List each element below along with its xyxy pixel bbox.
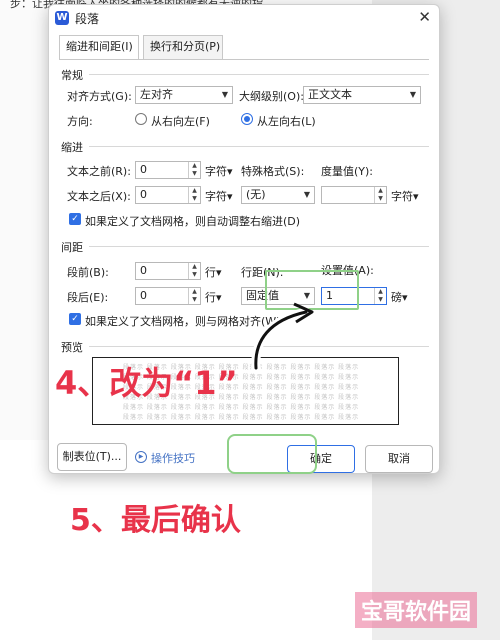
indent-before-value: 0 [140,163,147,176]
radio-right-to-left[interactable] [135,113,147,125]
measure-label: 度量值(Y): [321,165,374,178]
wps-app-icon: W [55,11,69,25]
auto-adjust-checkbox[interactable]: ✓ [69,213,81,225]
spinner-arrows-icon[interactable]: ▲ ▼ [188,187,200,203]
indent-after-unit[interactable]: 字符▾ [205,188,233,204]
preview-ghost-text: 段落示 段落示 段落示 段落示 段落示 段落示 段落示 段落示 段落示 段落示 [123,414,360,421]
tab-divider [59,59,429,60]
step-4-annotation: 4、改为“1” [55,364,238,402]
tab-line-page-breaks[interactable]: 换行和分页(P) [143,35,223,59]
cancel-button[interactable]: 取消 [365,445,433,473]
outline-level-label: 大纲级别(O): [239,90,304,103]
spacing-after-unit[interactable]: 行▾ [205,289,222,305]
spacing-after-spinner[interactable]: 0 ▲ ▼ [135,287,201,305]
section-divider [89,74,429,75]
indent-before-label: 文本之前(R): [67,165,131,178]
spinner-arrows-icon[interactable]: ▲ ▼ [188,288,200,304]
indent-before-unit[interactable]: 字符▾ [205,163,233,179]
measure-spinner[interactable]: ▲ ▼ [321,186,387,204]
setting-value-unit[interactable]: 磅▾ [391,289,408,305]
spacing-before-spinner[interactable]: 0 ▲ ▼ [135,262,201,280]
rtl-label: 从右向左(F) [151,115,210,128]
alignment-value: 左对齐 [140,88,173,101]
tab-indent-spacing[interactable]: 缩进和间距(I) [59,35,139,60]
chevron-down-icon: ▼ [303,190,310,199]
close-icon[interactable]: ✕ [418,8,431,26]
spinner-arrows-icon[interactable]: ▲ ▼ [374,288,386,304]
spinner-arrows-icon[interactable]: ▲ ▼ [374,187,386,203]
chevron-down-icon: ▼ [221,90,228,99]
step-5-annotation: 5、最后确认 [70,503,241,538]
dialog-title: 段落 [75,12,100,26]
special-format-label: 特殊格式(S): [241,165,305,178]
section-spacing-heading: 间距 [61,241,83,254]
spinner-arrows-icon[interactable]: ▲ ▼ [188,263,200,279]
alignment-select[interactable]: 左对齐 ▼ [135,86,233,104]
spacing-after-value: 0 [140,289,147,302]
spacing-before-value: 0 [140,264,147,277]
outline-level-value: 正文文本 [308,88,352,101]
play-icon[interactable]: ▶ [135,451,147,463]
direction-label: 方向: [67,115,93,128]
section-indent-heading: 缩进 [61,141,83,154]
tips-link[interactable]: 操作技巧 [151,450,195,466]
section-preview-heading: 预览 [61,341,83,354]
section-divider [89,246,429,247]
indent-before-spinner[interactable]: 0 ▲ ▼ [135,161,201,179]
measure-unit[interactable]: 字符▾ [391,188,419,204]
tab-stops-button[interactable]: 制表位(T)... [57,443,127,471]
watermark: 宝哥软件园 [355,592,478,628]
dialog-titlebar: W 段落 ✕ [49,5,439,31]
section-divider [89,146,429,147]
indent-after-spinner[interactable]: 0 ▲ ▼ [135,186,201,204]
chevron-down-icon: ▼ [409,90,416,99]
annotation-arrow-icon [251,302,314,372]
alignment-label: 对齐方式(G): [67,90,132,103]
special-format-select[interactable]: (无) ▼ [241,186,315,204]
spacing-before-label: 段前(B): [67,266,109,279]
section-general-heading: 常规 [61,69,83,82]
special-format-value: (无) [246,188,266,201]
ltr-label: 从左向右(L) [257,115,316,128]
outline-level-select[interactable]: 正文文本 ▼ [303,86,421,104]
grid-align-checkbox[interactable]: ✓ [69,313,81,325]
radio-left-to-right[interactable] [241,113,253,125]
ok-button-highlight [227,434,317,474]
indent-after-label: 文本之后(X): [67,190,131,203]
spinner-arrows-icon[interactable]: ▲ ▼ [188,162,200,178]
auto-adjust-label: 如果定义了文档网格，则自动调整右缩进(D) [85,215,301,228]
spacing-before-unit[interactable]: 行▾ [205,264,222,280]
indent-after-value: 0 [140,188,147,201]
spacing-after-label: 段后(E): [67,291,109,304]
